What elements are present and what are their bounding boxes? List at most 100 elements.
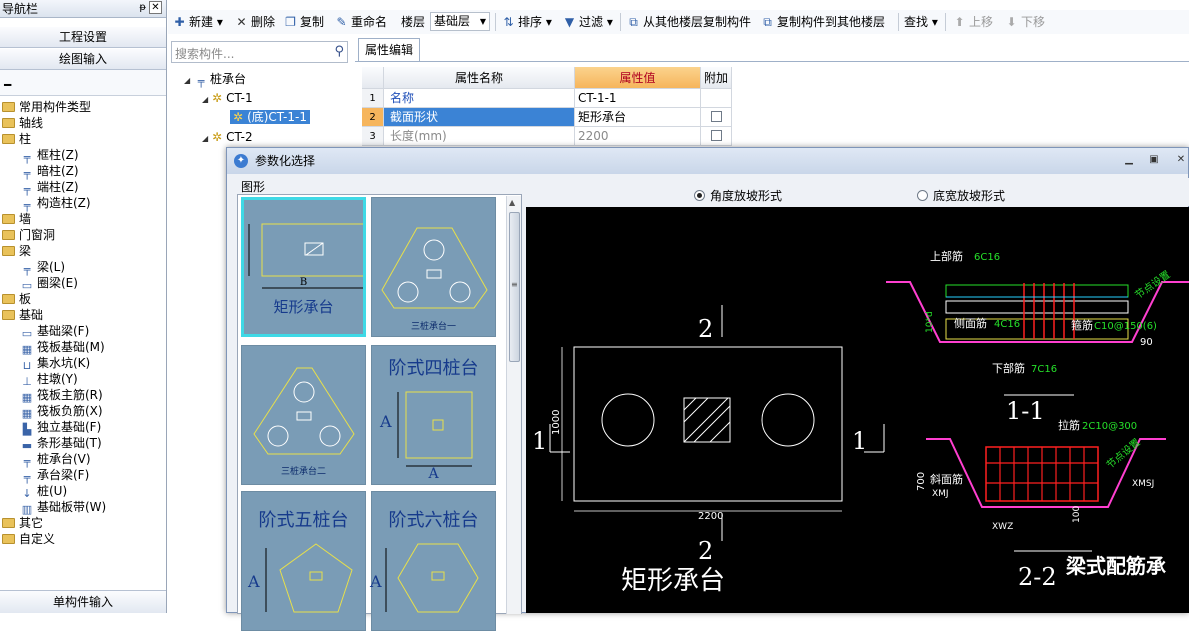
thumb-3pile-cap-2[interactable]: 三桩承台二 — [241, 345, 366, 485]
nav-item-fbfj[interactable]: ▦ 筏板负筋(X) — [20, 403, 103, 420]
rename-button[interactable]: ✎ 重命名 — [334, 10, 387, 34]
group-beam[interactable]: 梁 — [2, 243, 31, 259]
dim-10d: 10*d — [925, 311, 935, 333]
scroll-up-icon[interactable]: ▲ — [509, 198, 515, 207]
rename-icon: ✎ — [336, 15, 347, 29]
copy-label: 复制 — [300, 15, 325, 29]
item-label: 筏板负筋(X) — [37, 404, 103, 418]
pile-cap-icon: ╤ — [197, 75, 205, 88]
radio-label: 角度放坡形式 — [710, 189, 783, 203]
nav-item-jsk[interactable]: ⊔ 集水坑(K) — [20, 355, 91, 372]
thumb-step-5pile[interactable]: 阶式五桩台 A — [241, 491, 366, 631]
drawing-input-button[interactable]: 绘图输入 — [0, 49, 166, 70]
thumb-step-4pile[interactable]: 阶式四桩台 A A — [371, 345, 496, 485]
thumb-rect-cap[interactable]: 矩形承台 B — [241, 197, 366, 337]
radio-angle-slope[interactable]: 角度放坡形式 — [694, 187, 782, 204]
slope-mode-bar: 角度放坡形式 底宽放坡形式 — [524, 178, 1189, 206]
nav-toolbar: ━ — [0, 70, 166, 96]
group-opening[interactable]: 门窗洞 — [2, 227, 55, 243]
sort-button[interactable]: ⇅ 排序 ▾ — [501, 10, 551, 34]
nav-item-gzz[interactable]: ╤ 构造柱(Z) — [20, 195, 91, 212]
attach-checkbox[interactable] — [711, 130, 722, 141]
grid-corner — [362, 67, 384, 89]
collapse-icon[interactable]: ━ — [4, 78, 11, 92]
nav-item-fbjc[interactable]: ▦ 筏板基础(M) — [20, 339, 105, 356]
group-label: 常用构件类型 — [19, 100, 92, 114]
nav-item-az[interactable]: ╤ 暗柱(Z) — [20, 163, 79, 180]
nav-item-jcbd[interactable]: ▥ 基础板带(W) — [20, 499, 106, 516]
delete-label: 删除 — [251, 15, 276, 29]
nav-item-zd[interactable]: ⊥ 柱墩(Y) — [20, 371, 78, 388]
delete-icon: ✕ — [236, 15, 247, 29]
single-component-input-button[interactable]: 单构件输入 — [0, 590, 166, 613]
attach-cell — [701, 127, 732, 146]
floor-select[interactable]: 基础层 ▼ — [430, 12, 490, 31]
delete-button[interactable]: ✕ 删除 — [234, 10, 275, 34]
middle-bar — [945, 300, 1129, 314]
nav-item-liang[interactable]: ╤ 梁(L) — [20, 259, 65, 276]
find-button[interactable]: 查找 ▾ — [904, 10, 938, 34]
stirrups — [1023, 283, 1075, 339]
group-slab[interactable]: 板 — [2, 291, 31, 307]
prop-value[interactable]: CT-1-1 — [575, 89, 701, 108]
expand-icon: ◢ — [202, 134, 209, 143]
nav-item-ctl[interactable]: ╤ 承台梁(F) — [20, 467, 90, 484]
search-input[interactable]: 搜索构件... ⚲ — [171, 41, 348, 63]
nav-item-jcl[interactable]: ▭ 基础梁(F) — [20, 323, 89, 340]
tree-root[interactable]: ◢ ╤ 桩承台 — [184, 70, 246, 89]
close-icon[interactable]: ✕ — [1169, 153, 1189, 169]
item-label: 桩承台(V) — [37, 452, 91, 466]
minimize-icon[interactable]: ▁ — [1117, 153, 1141, 169]
nav-item-dljc[interactable]: ▙ 独立基础(F) — [20, 419, 102, 436]
nav-item-zct[interactable]: ╤ 桩承台(V) — [20, 451, 91, 468]
gallery-scrollbar[interactable]: ▲ ≡ — [506, 196, 521, 614]
tab-property-edit[interactable]: 属性编辑 — [358, 38, 420, 62]
new-button[interactable]: ✚ 新建 ▾ — [172, 10, 222, 34]
dim-100: 100 — [1072, 506, 1082, 523]
close-icon[interactable]: ✕ — [149, 1, 162, 14]
copy-from-floor-button[interactable]: ⧉ 从其他楼层复制构件 — [626, 10, 751, 34]
nav-item-ql[interactable]: ▭ 圈梁(E) — [20, 275, 78, 292]
item-label: 圈梁(E) — [37, 276, 78, 290]
label-bottom-bar: 下部筋 — [992, 361, 1025, 375]
dim-700: 700 — [916, 472, 927, 491]
group-column[interactable]: 柱 — [2, 131, 31, 147]
col-header-name: 属性名称 — [384, 67, 575, 89]
scroll-thumb[interactable]: ≡ — [509, 212, 520, 362]
thumb-3pile-cap-1[interactable]: 三桩承台一 — [371, 197, 496, 337]
group-common[interactable]: 常用构件类型 — [2, 99, 91, 115]
search-icon[interactable]: ⚲ — [334, 44, 344, 59]
copy-to-floor-button[interactable]: ⧉ 复制构件到其他楼层 — [760, 10, 885, 34]
prop-name: 名称 — [384, 89, 575, 108]
group-custom[interactable]: 自定义 — [2, 531, 55, 547]
column-hatch — [683, 397, 731, 443]
prop-value[interactable]: 2200 — [575, 127, 701, 146]
move-up-button[interactable]: ⬆ 上移 — [952, 10, 993, 34]
filter-button[interactable]: ▼ 过滤 ▾ — [562, 10, 613, 34]
group-foundation[interactable]: 基础 — [2, 307, 43, 323]
pin-icon[interactable]: ᵽ — [139, 2, 146, 13]
group-axis[interactable]: 轴线 — [2, 115, 43, 131]
group-other[interactable]: 其它 — [2, 515, 43, 531]
sort-icon: ⇅ — [503, 15, 514, 29]
tree-item-ct11[interactable]: ✲ (底)CT-1-1 — [230, 108, 310, 127]
label-slope: 斜面筋 — [930, 472, 963, 486]
move-down-button[interactable]: ⬇ 下移 — [1004, 10, 1045, 34]
prop-value[interactable]: 矩形承台 — [575, 108, 701, 127]
radio-width-slope[interactable]: 底宽放坡形式 — [917, 187, 1005, 204]
gear-icon: ✲ — [212, 130, 223, 144]
row-number: 2 — [362, 108, 384, 127]
nav-item-txjc[interactable]: ▬ 条形基础(T) — [20, 435, 102, 452]
tree-item-ct1[interactable]: ◢ ✲ CT-1 — [202, 89, 253, 108]
project-settings-button[interactable]: 工程设置 — [0, 27, 166, 48]
thumb-step-6pile[interactable]: 阶式六桩台 A — [370, 491, 496, 631]
maximize-icon[interactable]: ▣ — [1142, 153, 1166, 169]
nav-item-dz[interactable]: ╤ 端柱(Z) — [20, 179, 79, 196]
attach-checkbox[interactable] — [711, 111, 722, 122]
nav-item-fbzj[interactable]: ▦ 筏板主筋(R) — [20, 387, 103, 404]
nav-item-zhuang[interactable]: ↓ 桩(U) — [20, 483, 67, 500]
tree-item-ct2[interactable]: ◢ ✲ CT-2 — [202, 128, 253, 147]
nav-item-kz[interactable]: ╤ 框柱(Z) — [20, 147, 79, 164]
group-wall[interactable]: 墙 — [2, 211, 31, 227]
copy-button[interactable]: ❐ 复制 — [283, 10, 324, 34]
